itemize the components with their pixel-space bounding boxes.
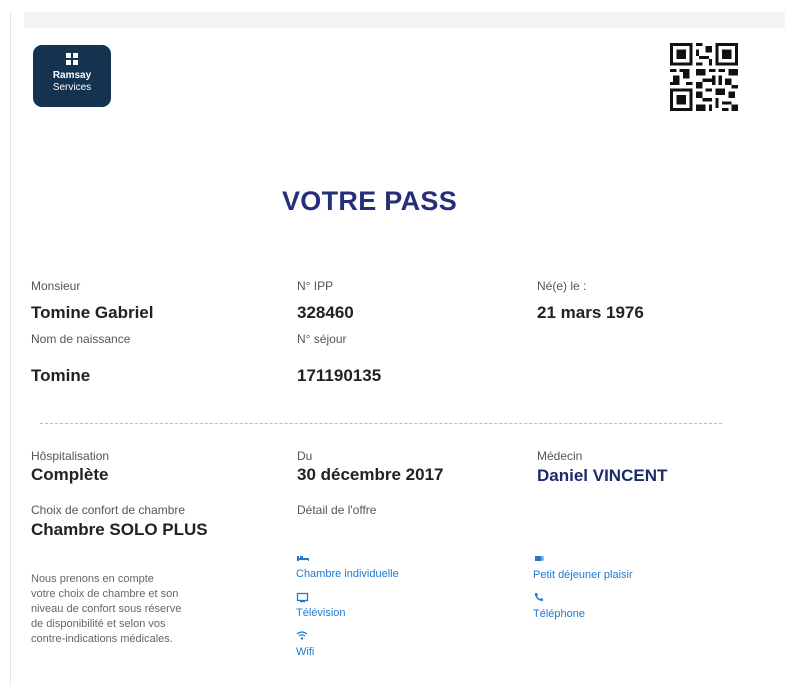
wifi-icon [296,631,308,640]
phone-icon [535,593,543,601]
birth-name-value: Tomine [31,366,91,385]
section-divider [40,423,722,424]
patient-name: Tomine Gabriel [31,303,154,322]
page-title: VOTRE PASS [282,186,458,216]
comfort-note: Nous prenons en compte votre choix de ch… [31,573,182,645]
ipp-value: 328460 [297,303,354,322]
ipp-label: N° IPP [297,279,334,293]
civility-label: Monsieur [31,279,81,293]
page-top-band [24,12,785,28]
from-date-value: 30 décembre 2017 [297,465,444,484]
ramsay-logo: Ramsay Services [33,45,111,107]
doctor-label: Médecin [537,449,583,463]
birth-date-value: 21 mars 1976 [537,303,644,322]
hospitalisation-label: Hôspitalisation [31,449,110,463]
tv-icon [296,592,309,603]
bed-icon [297,556,309,561]
offer-detail-label: Détail de l'offre [297,503,377,517]
qr-code-icon [670,43,738,111]
birth-date-label: Né(e) le : [537,279,587,293]
feature-television: Télévision [296,607,346,619]
coffee-icon [535,556,544,561]
comfort-label: Choix de confort de chambre [31,503,186,517]
comfort-value: Chambre SOLO PLUS [31,520,208,539]
from-date-label: Du [297,449,313,463]
feature-chambre-individuelle: Chambre individuelle [296,568,399,580]
feature-telephone: Téléphone [533,608,585,620]
feature-petit-dejeuner: Petit déjeuner plaisir [533,569,633,581]
hospitalisation-value: Complète [31,465,109,484]
doctor-value: Daniel VINCENT [537,466,668,485]
logo-mark-icon [66,53,78,65]
birth-name-label: Nom de naissance [31,332,131,346]
logo-subtitle: Services [52,82,92,93]
stay-number-label: N° séjour [297,332,347,346]
page-left-edge [10,12,11,686]
stay-number-value: 171190135 [297,366,382,385]
logo-brand: Ramsay [52,70,92,81]
feature-wifi: Wifi [296,646,315,658]
